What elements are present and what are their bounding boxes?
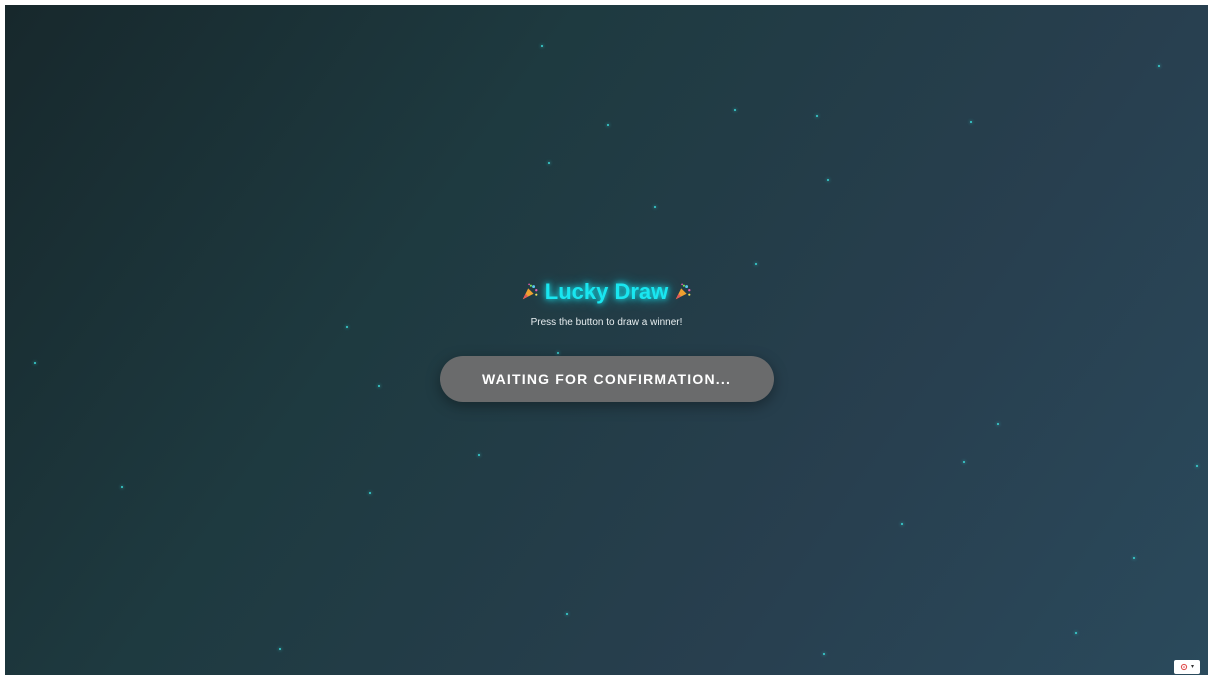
- star: [369, 492, 371, 494]
- star: [755, 263, 757, 265]
- star: [997, 423, 999, 425]
- star: [548, 162, 550, 164]
- star: [478, 454, 480, 456]
- star: [121, 486, 123, 488]
- star: [1133, 557, 1135, 559]
- star: [816, 115, 818, 117]
- page-title: Lucky Draw: [5, 275, 1208, 309]
- star: [963, 461, 965, 463]
- party-popper-icon: [676, 283, 691, 300]
- star: [1196, 465, 1198, 467]
- star: [901, 523, 903, 525]
- star: [607, 124, 609, 126]
- instruction-text: Press the button to draw a winner!: [530, 317, 683, 328]
- star: [734, 109, 736, 111]
- star: [279, 648, 281, 650]
- star: [541, 45, 543, 47]
- party-popper-icon: [522, 283, 538, 300]
- star: [654, 206, 656, 208]
- draw-button[interactable]: WAITING FOR CONFIRMATION...: [439, 356, 774, 402]
- star: [827, 179, 829, 181]
- lucky-draw-panel: Lucky Draw Press the button to draw a wi…: [5, 275, 1208, 402]
- page-title-text: Lucky Draw: [544, 279, 669, 304]
- settings-widget[interactable]: ▾: [1174, 660, 1200, 674]
- star: [970, 121, 972, 123]
- chevron-down-icon: ▾: [1190, 664, 1194, 670]
- star: [566, 613, 568, 615]
- gear-icon: [1180, 663, 1188, 671]
- star: [1158, 65, 1160, 67]
- app-viewport: Lucky Draw Press the button to draw a wi…: [5, 5, 1208, 675]
- star: [823, 653, 825, 655]
- star: [1075, 632, 1077, 634]
